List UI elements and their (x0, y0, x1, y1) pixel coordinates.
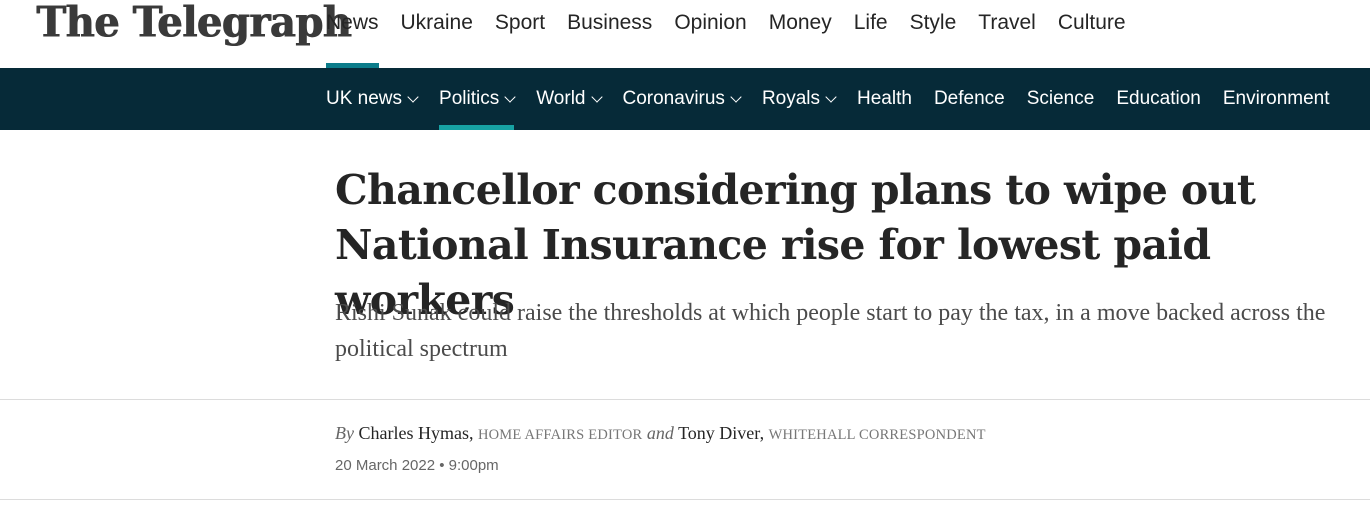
chevron-down-icon (407, 90, 419, 103)
author-link-charles-hymas[interactable]: Charles Hymas, (358, 423, 473, 443)
subnav-label: Royals (761, 88, 821, 109)
byline-by: By (335, 423, 354, 443)
nav-item-ukraine[interactable]: Ukraine (401, 0, 473, 68)
nav-item-news[interactable]: News (326, 0, 379, 68)
subnav-label: Coronavirus (622, 88, 725, 109)
subnav-label: Environment (1222, 88, 1330, 109)
author-role: WHITEHALL CORRESPONDENT (768, 427, 986, 443)
article-standfirst: Rishi Sunak could raise the thresholds a… (335, 300, 1326, 362)
chevron-down-icon (590, 90, 603, 103)
subnav-item-defence[interactable]: Defence (934, 68, 1005, 130)
chevron-down-icon (730, 90, 742, 103)
telegraph-logo[interactable]: The Telegraph (36, 0, 352, 50)
nav-item-travel[interactable]: Travel (978, 0, 1036, 68)
subnav-item-environment[interactable]: Environment (1223, 68, 1330, 130)
chevron-down-icon (825, 90, 837, 103)
primary-nav: News Ukraine Sport Business Opinion Mone… (326, 0, 1148, 68)
subnav-label: Science (1026, 88, 1095, 109)
subnav-item-science[interactable]: Science (1027, 68, 1095, 130)
nav-item-sport[interactable]: Sport (495, 0, 545, 68)
publish-date: 20 March 2022 • 9:00pm (335, 457, 499, 474)
nav-item-culture[interactable]: Culture (1058, 0, 1126, 68)
subnav-item-world[interactable]: World (536, 68, 603, 130)
nav-item-style[interactable]: Style (910, 0, 957, 68)
nav-item-opinion[interactable]: Opinion (674, 0, 746, 68)
subnav-item-education[interactable]: Education (1116, 68, 1201, 130)
subnav-label: Education (1116, 88, 1201, 109)
nav-item-life[interactable]: Life (854, 0, 888, 68)
masthead: The Telegraph News Ukraine Sport Busines… (0, 0, 1370, 68)
subnav-label: Health (857, 88, 912, 109)
byline: By Charles Hymas, HOME AFFAIRS EDITOR an… (335, 423, 986, 444)
subnav-item-royals[interactable]: Royals (761, 68, 837, 130)
chevron-down-icon (504, 90, 516, 103)
subnav-label: Politics (439, 88, 500, 109)
author-role: HOME AFFAIRS EDITOR (477, 427, 643, 443)
subnav-item-coronavirus[interactable]: Coronavirus (622, 68, 742, 130)
subnav-label: World (536, 88, 586, 109)
author-link-tony-diver[interactable]: Tony Diver, (678, 423, 764, 443)
divider (0, 499, 1370, 500)
divider (0, 399, 1370, 400)
byline-and: and (646, 423, 674, 443)
subnav-label: Defence (933, 88, 1005, 109)
subnav-item-politics[interactable]: Politics (439, 68, 516, 130)
subnav-label: UK news (326, 88, 403, 109)
nav-item-business[interactable]: Business (567, 0, 652, 68)
nav-item-money[interactable]: Money (769, 0, 832, 68)
subnav-item-health[interactable]: Health (857, 68, 912, 130)
section-subnav: UK news Politics World Coronavirus Royal… (0, 68, 1370, 130)
subnav-item-uk-news[interactable]: UK news (326, 68, 419, 130)
